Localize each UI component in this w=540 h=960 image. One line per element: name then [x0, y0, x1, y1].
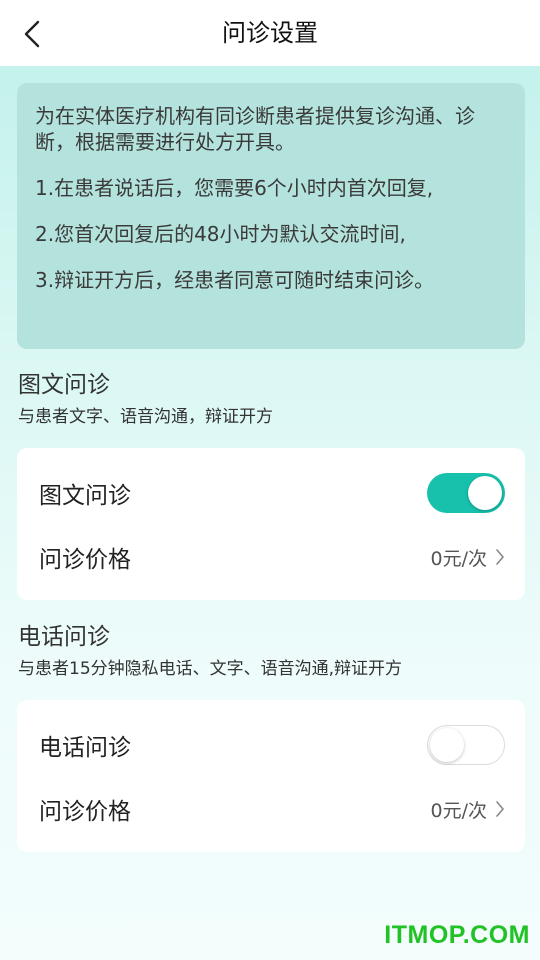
- text-consult-price-value: 0元/次: [430, 547, 488, 570]
- watermark-logo: ITMOP.COM: [384, 921, 530, 949]
- phone-consult-price-selector[interactable]: 0元/次: [431, 796, 506, 823]
- text-consult-price-selector[interactable]: 0元/次: [431, 544, 506, 571]
- section-title-phone-consult: 电话问诊: [18, 624, 110, 650]
- text-consult-toggle-row: 图文问诊: [17, 460, 525, 526]
- section-subtitle-phone-consult: 与患者15分钟隐私电话、文字、语音沟通,辩证开方: [18, 659, 403, 679]
- phone-consult-price-label: 问诊价格: [39, 799, 131, 825]
- top-navigation-bar: 问诊设置: [0, 0, 540, 66]
- text-consult-toggle[interactable]: [427, 473, 505, 513]
- text-consult-price-row[interactable]: 问诊价格 0元/次: [17, 524, 525, 590]
- phone-consult-price-value: 0元/次: [430, 799, 488, 822]
- chevron-right-icon: [496, 549, 504, 565]
- section-title-text-consult: 图文问诊: [18, 372, 110, 398]
- toggle-knob: [468, 476, 502, 510]
- text-consult-card: 图文问诊 问诊价格 0元/次: [17, 448, 525, 600]
- notice-line: 3.辩证开方后，经患者同意可随时结束问诊。: [35, 268, 435, 292]
- phone-consult-card: 电话问诊 问诊价格 0元/次: [17, 700, 525, 852]
- section-subtitle-text-consult: 与患者文字、语音沟通，辩证开方: [18, 407, 273, 427]
- phone-consult-toggle-label: 电话问诊: [39, 735, 131, 761]
- phone-consult-toggle-row: 电话问诊: [17, 712, 525, 778]
- notice-panel: 为在实体医疗机构有同诊断患者提供复诊沟通、诊断，根据需要进行处方开具。 1.在患…: [17, 83, 525, 349]
- phone-consult-toggle[interactable]: [427, 725, 505, 765]
- phone-consult-price-row[interactable]: 问诊价格 0元/次: [17, 776, 525, 842]
- text-consult-toggle-label: 图文问诊: [39, 483, 131, 509]
- notice-line: 为在实体医疗机构有同诊断患者提供复诊沟通、诊断，根据需要进行处方开具。: [35, 104, 475, 154]
- text-consult-price-label: 问诊价格: [39, 547, 131, 573]
- notice-line: 1.在患者说话后，您需要6个小时内首次回复,: [35, 176, 434, 200]
- page-title: 问诊设置: [222, 19, 318, 47]
- toggle-knob: [430, 728, 464, 762]
- chevron-right-icon: [496, 801, 504, 817]
- notice-line: 2.您首次回复后的48小时为默认交流时间,: [35, 222, 406, 246]
